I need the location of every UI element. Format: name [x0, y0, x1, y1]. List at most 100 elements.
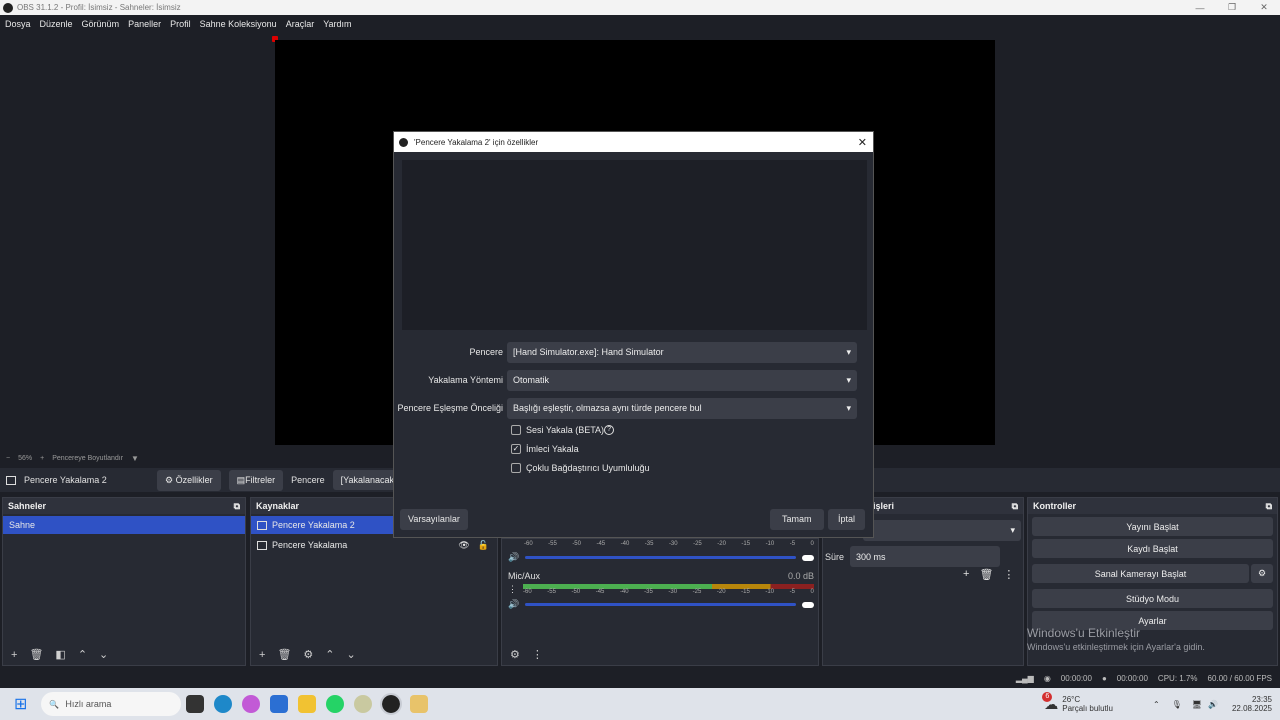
zoom-in-button[interactable]: +	[40, 455, 44, 462]
virtual-camera-settings-button[interactable]: ⚙	[1251, 564, 1273, 583]
app-icon[interactable]	[354, 695, 373, 713]
window-select[interactable]: [Hand Simulator.exe]: Hand Simulator ▾	[507, 341, 857, 363]
minimize-icon[interactable]: —	[1184, 3, 1216, 13]
search-placeholder: Hızlı arama	[65, 699, 112, 709]
move-up-icon[interactable]: ⌃	[78, 648, 87, 661]
volume-knob[interactable]	[802, 601, 814, 608]
zoom-bar: − 56% + Pencereye Boyutlandır ▼	[0, 451, 400, 465]
tick: -50	[571, 589, 581, 595]
volume-icon[interactable]: 🔊	[1208, 700, 1218, 709]
menu-tools[interactable]: Araçlar	[286, 19, 315, 29]
obs-taskbar-icon[interactable]	[380, 693, 403, 715]
game-icon[interactable]	[410, 695, 429, 713]
move-up-icon[interactable]: ⌃	[325, 648, 334, 661]
microphone-icon[interactable]: 🎙	[1172, 700, 1182, 709]
remove-source-icon[interactable]: 🗑	[277, 648, 291, 661]
tick: -45	[596, 541, 606, 547]
chevron-down-icon: ▾	[846, 402, 851, 413]
weather-widget[interactable]: ☁ 6 26°C Parçalı bulutlu	[1042, 691, 1113, 713]
add-transition-icon[interactable]: +	[963, 568, 969, 581]
studio-mode-button[interactable]: Stüdyo Modu	[1032, 589, 1273, 608]
capture-method-row: Yakalama Yöntemi Otomatik ▾	[394, 369, 874, 391]
zoom-out-button[interactable]: −	[6, 455, 10, 462]
transition-menu-icon[interactable]: ⋮	[1003, 568, 1014, 581]
search-icon: 🔍	[49, 699, 60, 709]
menu-docks[interactable]: Paneller	[128, 19, 161, 29]
store-icon[interactable]	[270, 695, 289, 713]
stream-time: 00:00:00	[1060, 673, 1092, 683]
menu-edit[interactable]: Düzenle	[40, 19, 73, 29]
scene-item[interactable]: Sahne	[3, 516, 245, 534]
transition-select[interactable]: ▾	[863, 520, 1021, 541]
audio-mixer-dock: -60 -55 -50 -45 -40 -35 -30 -25 -20 -15 -10 -5 0 🔊 M…	[501, 538, 819, 666]
status-bar: ▂▄▆ ◉ 00:00:00 ● 00:00:00 CPU: 1.7% 60.0…	[0, 668, 1280, 688]
filters-button[interactable]: ▤Filtreler	[228, 469, 284, 491]
match-priority-value: Başlığı eşleştir, olmazsa aynı türde pen…	[513, 403, 702, 413]
copilot-icon[interactable]	[242, 695, 261, 713]
tick: 0	[810, 541, 814, 547]
ok-button[interactable]: Tamam	[770, 509, 824, 530]
cancel-button[interactable]: İptal	[828, 509, 866, 530]
source-item[interactable]: Pencere Yakalama 👁 🔓	[251, 536, 497, 554]
menu-profile[interactable]: Profil	[170, 19, 191, 29]
close-icon[interactable]: ✕	[858, 136, 867, 149]
menu-file[interactable]: Dosya	[5, 19, 31, 29]
undock-icon[interactable]: ⧉	[1012, 501, 1018, 512]
file-explorer-icon[interactable]	[298, 695, 317, 713]
speaker-icon[interactable]: 🔊	[508, 599, 519, 610]
clock[interactable]: 23:35 22.08.2025	[1232, 695, 1272, 713]
tray-chevron-icon[interactable]: ⌃	[1153, 700, 1160, 709]
source-type-icon	[6, 475, 16, 485]
task-view-icon[interactable]	[186, 695, 205, 713]
volume-slider[interactable]	[525, 603, 796, 606]
remove-scene-icon[interactable]: 🗑	[29, 648, 43, 661]
scene-filters-icon[interactable]: ◧	[55, 648, 65, 661]
windows-start-icon[interactable]: ⊞	[14, 694, 27, 714]
move-down-icon[interactable]: ⌄	[99, 648, 108, 661]
undock-icon[interactable]: ⧉	[1266, 501, 1272, 512]
volume-knob[interactable]	[802, 554, 814, 561]
match-priority-row: Pencere Eşleşme Önceliği Başlığı eşleşti…	[394, 397, 874, 419]
undock-icon[interactable]: ⧉	[234, 501, 240, 512]
whatsapp-icon[interactable]	[326, 695, 345, 713]
menu-scene-collection[interactable]: Sahne Koleksiyonu	[200, 19, 277, 29]
capture-cursor-checkbox[interactable]: ✓ İmleci Yakala	[511, 444, 579, 454]
scenes-toolbar: + 🗑 ◧ ⌃ ⌄	[3, 648, 108, 662]
capture-method-select[interactable]: Otomatik ▾	[507, 369, 857, 391]
menu-help[interactable]: Yardım	[323, 19, 351, 29]
remove-transition-icon[interactable]: 🗑	[979, 568, 993, 581]
defaults-button[interactable]: Varsayılanlar	[400, 509, 468, 530]
source-properties-icon[interactable]: ⚙	[303, 648, 313, 661]
close-window-icon[interactable]: ✕	[1248, 2, 1280, 13]
window-field-row: Pencere [Hand Simulator.exe]: Hand Simul…	[394, 341, 874, 363]
zoom-dropdown-icon[interactable]: ▼	[131, 454, 139, 463]
volume-slider[interactable]	[525, 556, 796, 559]
edge-icon[interactable]	[214, 695, 233, 713]
start-streaming-button[interactable]: Yayını Başlat	[1032, 517, 1273, 536]
fit-to-window-button[interactable]: Pencereye Boyutlandır	[52, 455, 123, 462]
mixer-menu-icon[interactable]: ⋮	[532, 648, 543, 661]
add-source-icon[interactable]: +	[259, 649, 265, 661]
mixer-track-1: -60 -55 -50 -45 -40 -35 -30 -25 -20 -15 -10 -5 0 🔊	[508, 541, 814, 563]
network-icon[interactable]: 🖥	[1192, 700, 1202, 709]
capture-audio-checkbox[interactable]: Sesi Yakala (BETA) ?	[511, 425, 615, 435]
taskbar-search[interactable]: 🔍 Hızlı arama	[41, 692, 182, 716]
eye-icon[interactable]: 👁	[458, 540, 469, 551]
move-down-icon[interactable]: ⌄	[347, 648, 356, 661]
multi-adapter-checkbox[interactable]: Çoklu Bağdaştırıcı Uyumluluğu	[511, 463, 650, 473]
speaker-icon[interactable]: 🔊	[508, 552, 519, 563]
track-menu-icon[interactable]: ⋮	[508, 584, 517, 595]
restore-icon[interactable]: ❐	[1216, 2, 1248, 13]
help-icon[interactable]: ?	[604, 425, 615, 435]
start-recording-button[interactable]: Kaydı Başlat	[1032, 539, 1273, 558]
start-virtual-camera-button[interactable]: Sanal Kamerayı Başlat	[1032, 564, 1249, 583]
advanced-audio-icon[interactable]: ⚙	[510, 648, 520, 661]
properties-button[interactable]: ⚙ Özellikler	[157, 469, 221, 491]
add-scene-icon[interactable]: +	[11, 649, 17, 661]
match-priority-select[interactable]: Başlığı eşleştir, olmazsa aynı türde pen…	[507, 397, 857, 419]
duration-input[interactable]: 300 ms	[850, 546, 1001, 567]
lock-icon[interactable]: 🔓	[478, 540, 489, 551]
tick: -20	[717, 541, 726, 547]
tick: -35	[644, 589, 653, 595]
menu-view[interactable]: Görünüm	[82, 19, 120, 29]
